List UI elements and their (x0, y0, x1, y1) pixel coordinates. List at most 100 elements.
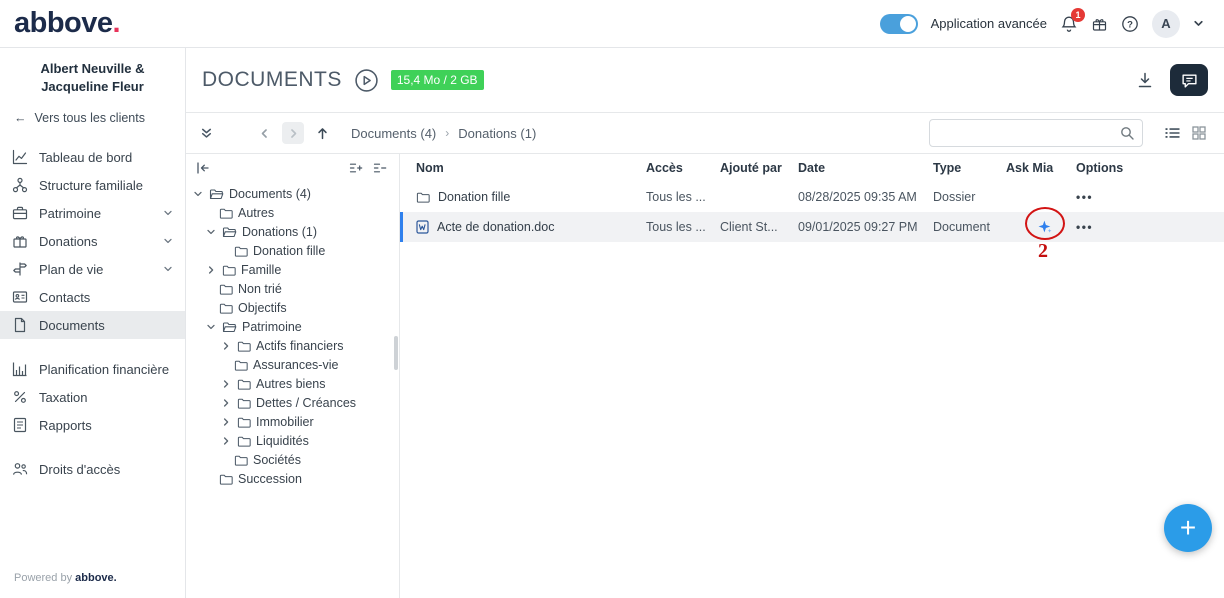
sidebar-item-label: Documents (39, 317, 105, 333)
sidebar-item-structure-familiale[interactable]: Structure familiale (0, 171, 185, 199)
collapse-all-icon[interactable] (373, 162, 387, 174)
chevron-down-icon[interactable] (206, 227, 217, 237)
nav-forward-button[interactable] (282, 122, 304, 144)
tree-item[interactable]: Immobilier (188, 412, 397, 431)
tree-item[interactable]: Famille (188, 260, 397, 279)
tree-scrollbar[interactable] (394, 336, 398, 370)
tree-item-label: Immobilier (256, 414, 314, 429)
open-folder-icon (209, 188, 224, 200)
nav-back-button[interactable] (259, 128, 270, 139)
chevron-down-icon[interactable] (163, 208, 173, 218)
chevron-down-icon[interactable] (193, 189, 204, 199)
tree-item-label: Documents (4) (229, 186, 311, 201)
double-chevron-down-icon[interactable] (200, 127, 213, 140)
folder-icon (222, 264, 236, 276)
tree-item[interactable]: Objectifs (188, 298, 397, 317)
column-header-ajoute-par[interactable]: Ajouté par (720, 161, 798, 175)
column-header-acces[interactable]: Accès (646, 161, 720, 175)
tree-item[interactable]: Succession (188, 469, 397, 488)
logo-dot: . (112, 7, 121, 39)
chevron-right-icon[interactable] (221, 436, 232, 446)
sidebar-item-taxation[interactable]: Taxation (0, 383, 185, 411)
tree-item[interactable]: Non trié (188, 279, 397, 298)
tree-item[interactable]: Assurances-vie (188, 355, 397, 374)
page-header: DOCUMENTS 15,4 Mo / 2 GB (186, 48, 1224, 112)
add-button[interactable]: + (1164, 504, 1212, 552)
table-row[interactable]: Donation fille Tous les ... 08/28/2025 0… (400, 182, 1224, 212)
search-input[interactable] (938, 125, 1120, 141)
row-options-button[interactable]: ••• (1076, 190, 1156, 204)
tree-item-label: Liquidités (256, 433, 309, 448)
tree-item[interactable]: Donations (1) (188, 222, 397, 241)
chevron-down-icon[interactable] (1193, 18, 1204, 29)
breadcrumb-item[interactable]: Documents (4) (351, 126, 436, 141)
chevron-right-icon[interactable] (221, 417, 232, 427)
tree-item[interactable]: Dettes / Créances (188, 393, 397, 412)
collapse-panel-icon[interactable] (196, 162, 210, 174)
app-window: abbove. Application avancée 1 ? A Albert… (0, 0, 1224, 598)
back-to-clients-link[interactable]: ← Vers tous les clients (0, 111, 185, 125)
sidebar-item-contacts[interactable]: Contacts (0, 283, 185, 311)
chevron-right-icon[interactable] (221, 379, 232, 389)
row-options-button[interactable]: ••• (1076, 220, 1156, 234)
column-header-type[interactable]: Type (933, 161, 1006, 175)
download-button[interactable] (1136, 71, 1154, 89)
gift-icon (1091, 16, 1108, 32)
main-area: DOCUMENTS 15,4 Mo / 2 GB Documents (4) ›… (186, 48, 1224, 598)
avatar[interactable]: A (1152, 9, 1180, 38)
sidebar-item-documents[interactable]: Documents (0, 311, 185, 340)
list-view-icon[interactable] (1165, 126, 1180, 140)
nav-up-button[interactable] (316, 127, 329, 140)
logo-text: abbove (14, 7, 113, 39)
sidebar-item-label: Planification financière (39, 361, 170, 377)
column-header-options[interactable]: Options (1076, 161, 1156, 175)
notifications-button[interactable]: 1 (1060, 7, 1085, 33)
sidebar-item-droits-dacces[interactable]: Droits d'accès (0, 455, 185, 483)
sidebar-item-planification-financiere[interactable]: Planification financière (0, 355, 185, 383)
table-row[interactable]: Acte de donation.doc Tous les ... Client… (400, 212, 1224, 242)
search-box[interactable] (929, 119, 1143, 147)
chevron-down-icon[interactable] (206, 322, 217, 332)
family-structure-icon (12, 177, 29, 193)
expand-all-icon[interactable] (349, 162, 363, 174)
sidebar-item-tableau-de-bord[interactable]: Tableau de bord (0, 143, 185, 171)
comments-button[interactable] (1170, 64, 1208, 96)
advanced-app-toggle[interactable] (879, 13, 918, 34)
column-header-nom[interactable]: Nom (400, 161, 646, 175)
sidebar-item-rapports[interactable]: Rapports (0, 411, 185, 439)
chevron-right-icon[interactable] (206, 265, 217, 275)
sidebar-item-plan-de-vie[interactable]: Plan de vie (0, 255, 185, 283)
chevron-down-icon[interactable] (163, 236, 173, 246)
tree-item[interactable]: Autres (188, 203, 397, 222)
documents-icon (12, 317, 29, 333)
tree-item[interactable]: Actifs financiers (188, 336, 397, 355)
tree-item[interactable]: Patrimoine (188, 317, 397, 336)
play-tour-button[interactable] (354, 68, 379, 93)
sidebar-item-label: Donations (39, 233, 98, 249)
client-name: Albert Neuville & Jacqueline Fleur (40, 61, 145, 94)
tree-item[interactable]: Documents (4) (188, 184, 397, 203)
sidebar-item-label: Structure familiale (39, 177, 144, 193)
page-title: DOCUMENTS (202, 68, 342, 91)
tree-item[interactable]: Autres biens (188, 374, 397, 393)
tree-item[interactable]: Donation fille (188, 241, 397, 260)
chevron-right-icon[interactable] (221, 341, 232, 351)
sidebar-item-patrimoine[interactable]: Patrimoine (0, 199, 185, 227)
tree-item[interactable]: Sociétés (188, 450, 397, 469)
breadcrumb-separator: › (445, 126, 450, 140)
column-header-date[interactable]: Date (798, 161, 933, 175)
chevron-right-icon[interactable] (221, 398, 232, 408)
tree-item-label: Donation fille (253, 243, 326, 258)
open-folder-icon (222, 321, 237, 333)
ask-mia-button[interactable] (1036, 218, 1054, 236)
help-button[interactable]: ? (1121, 15, 1139, 33)
sidebar-item-donations[interactable]: Donations (0, 227, 185, 255)
chevron-down-icon[interactable] (163, 264, 173, 274)
gift-button[interactable] (1091, 16, 1108, 32)
grid-view-icon[interactable] (1192, 126, 1206, 140)
breadcrumb-item[interactable]: Donations (1) (458, 126, 536, 141)
app-logo[interactable]: abbove. (14, 7, 121, 40)
column-header-ask-mia[interactable]: Ask Mia (1006, 161, 1076, 175)
folder-tree-panel: Documents (4) Autres Donations (1) Donat… (186, 154, 400, 598)
tree-item[interactable]: Liquidités (188, 431, 397, 450)
